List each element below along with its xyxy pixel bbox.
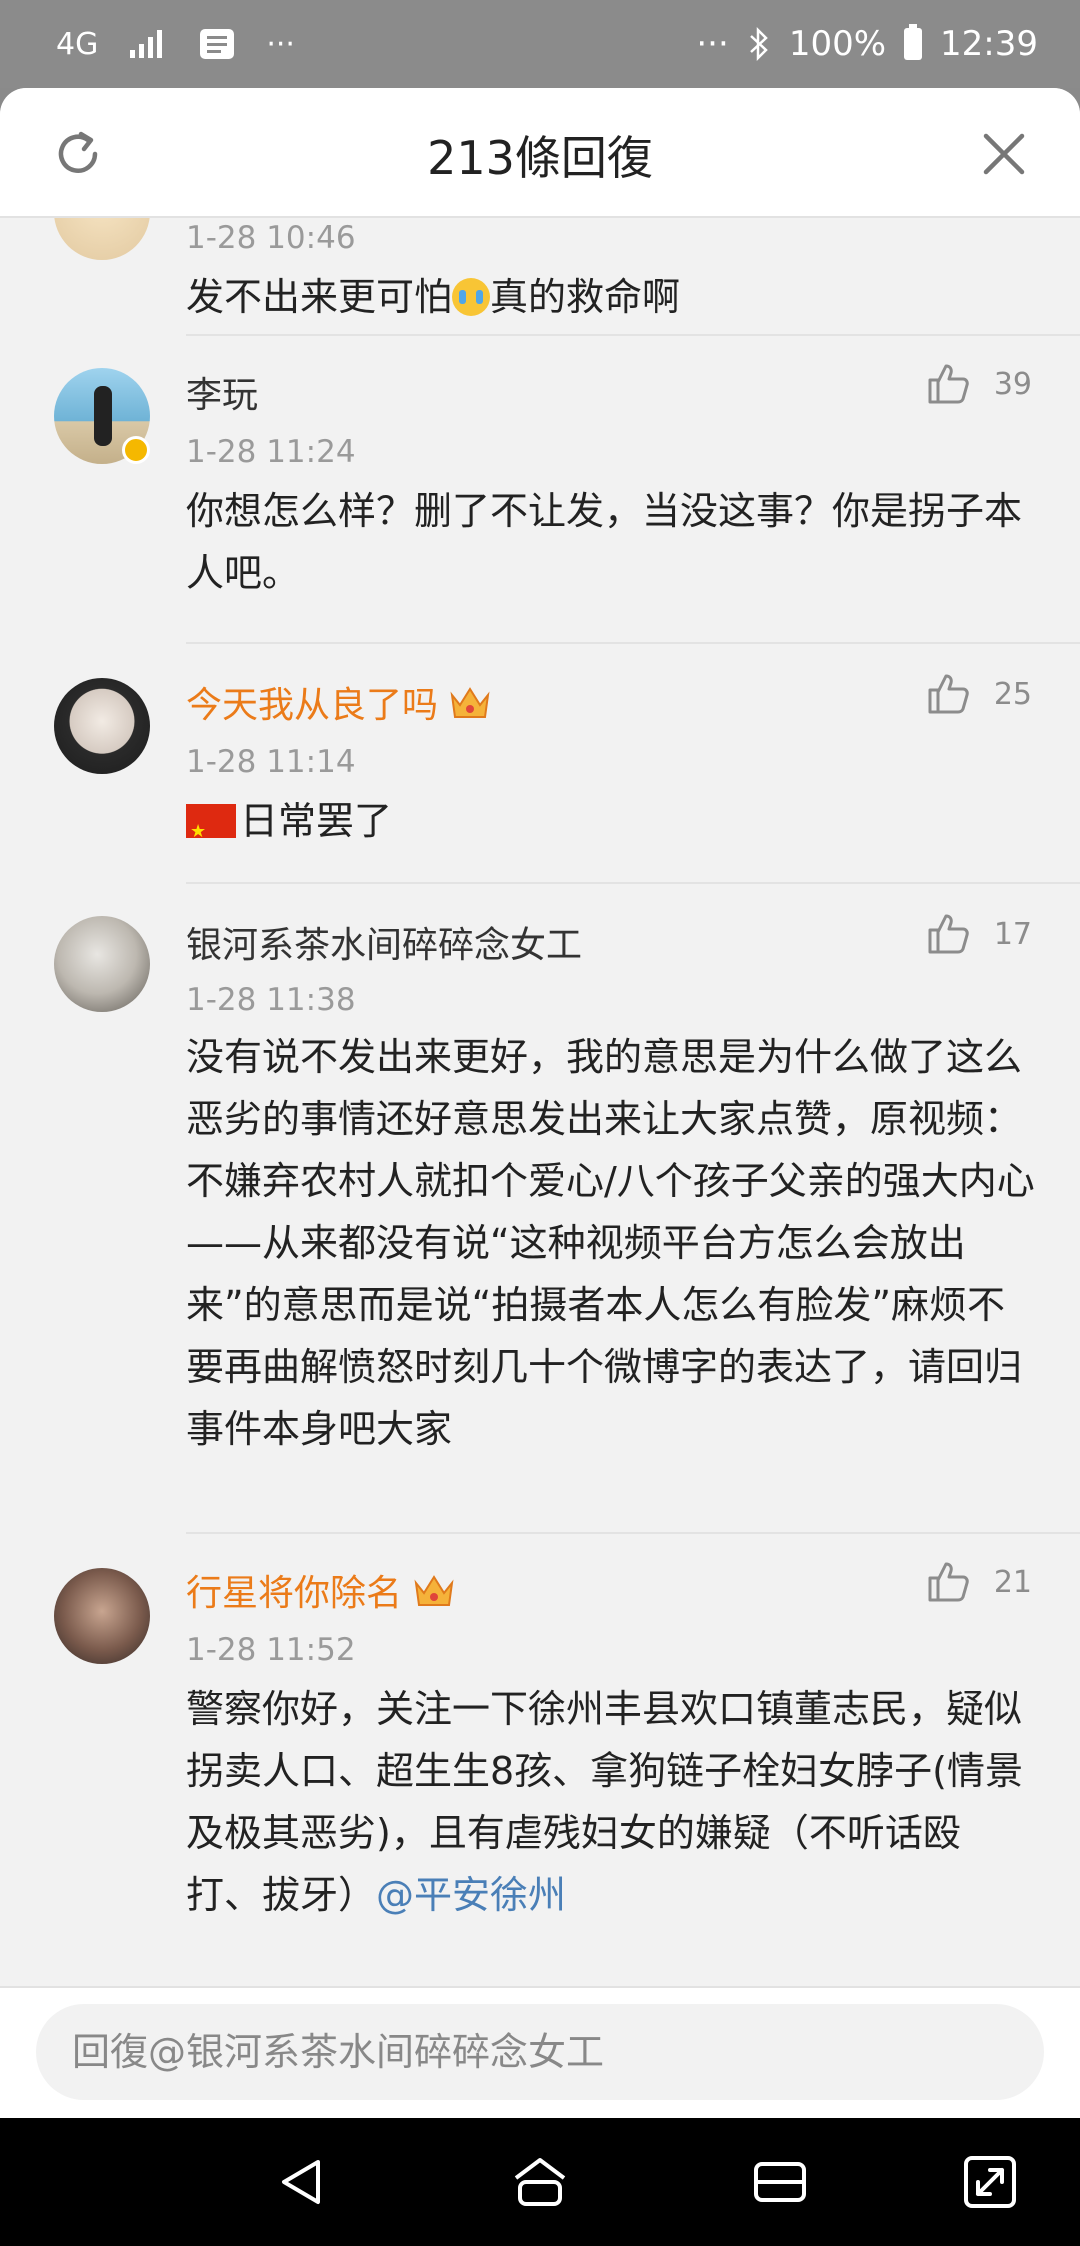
comment-time: 1-28 11:38 — [186, 982, 356, 1018]
crown-badge-icon — [450, 687, 490, 718]
signal-icon — [130, 30, 163, 58]
avatar[interactable] — [54, 678, 150, 774]
thumbs-up-icon — [928, 364, 969, 404]
like-count: 39 — [993, 366, 1032, 402]
like-count: 25 — [993, 676, 1032, 712]
comment-time: 1-28 11:14 — [186, 744, 356, 780]
more-left: ··· — [266, 26, 295, 62]
home-icon[interactable] — [510, 2152, 570, 2212]
replies-sheet: 213條回復 1-28 10:46 发不出来更可怕 真的救命啊 李玩 39 1-… — [0, 88, 1080, 2118]
expand-icon[interactable] — [960, 2152, 1020, 2212]
more-right: ··· — [696, 24, 729, 64]
divider — [186, 882, 1080, 884]
comment-list: 1-28 10:46 发不出来更可怕 真的救命啊 李玩 39 1-28 11:24… — [0, 218, 1080, 1986]
navigation-bar — [0, 2118, 1080, 2246]
avatar[interactable] — [54, 218, 150, 260]
comment-item: 行星将你除名 21 1-28 11:52 警察你好，关注一下徐州丰县欢口镇董志民… — [0, 1534, 1080, 1986]
avatar[interactable] — [54, 916, 150, 1012]
avatar[interactable] — [54, 1568, 150, 1664]
china-flag-icon — [186, 801, 236, 863]
reply-input[interactable]: 回復@银河系茶水间碎碎念女工 — [36, 2004, 1044, 2100]
battery-icon — [904, 24, 923, 60]
comment-time: 1-28 11:24 — [186, 434, 356, 470]
comment-author[interactable]: 李玩 — [186, 366, 258, 418]
comment-time: 1-28 11:52 — [186, 1632, 356, 1668]
sheet-header: 213條回復 — [0, 88, 1080, 218]
comment-author[interactable]: 今天我从良了吗 — [186, 676, 492, 728]
comment-text: 警察你好，关注一下徐州丰县欢口镇董志民，疑似拐卖人口、超生生8孩、拿狗链子栓妇女… — [186, 1687, 1024, 1917]
like-button[interactable]: 17 — [924, 910, 1032, 958]
network-indicator: 4G — [56, 26, 99, 62]
verified-badge-icon — [122, 436, 150, 464]
recent-apps-icon[interactable] — [750, 2152, 810, 2212]
crown-badge-icon — [414, 1575, 454, 1606]
comment-text: 发不出来更可怕 真的救命啊 — [186, 275, 681, 319]
comment-text: 日常罢了 — [186, 790, 1036, 863]
comment-author[interactable]: 行星将你除名 — [186, 1564, 456, 1616]
crying-emoji-icon — [452, 278, 491, 316]
comment-text: 你想怎么样？删了不让发，当没这事？你是拐子本人吧。 — [186, 489, 1023, 595]
close-icon[interactable] — [978, 128, 1030, 180]
comment-author[interactable]: 银河系茶水间碎碎念女工 — [186, 916, 582, 968]
reply-bar: 回復@银河系茶水间碎碎念女工 — [0, 1986, 1080, 2118]
divider — [186, 642, 1080, 644]
thumbs-up-icon — [928, 674, 969, 714]
bluetooth-icon — [749, 26, 768, 62]
clock: 12:39 — [940, 24, 1038, 64]
mention-link[interactable]: @平安徐州 — [376, 1873, 566, 1917]
like-button[interactable]: 25 — [924, 670, 1032, 718]
message-icon — [200, 29, 235, 59]
comment-item: 李玩 39 1-28 11:24 你想怎么样？删了不让发，当没这事？你是拐子本人… — [0, 336, 1080, 646]
sheet-title: 213條回復 — [427, 131, 653, 185]
like-count: 17 — [993, 916, 1032, 952]
like-button[interactable]: 21 — [924, 1558, 1032, 1606]
status-bar: 4G ··· ··· 100% 12:39 — [0, 0, 1080, 88]
comment-time: 1-28 10:46 — [186, 220, 356, 256]
comment-text: 没有说不发出来更好，我的意思是为什么做了这么恶劣的事情还好意思发出来让大家点赞，… — [186, 1035, 1035, 1451]
comment-item: 银河系茶水间碎碎念女工 17 1-28 11:38 没有说不发出来更好，我的意思… — [0, 886, 1080, 1534]
back-icon[interactable] — [272, 2152, 332, 2212]
thumbs-up-icon — [928, 1562, 969, 1602]
thumbs-up-icon — [928, 914, 969, 954]
battery-percent: 100% — [788, 24, 887, 64]
comment-item: 1-28 10:46 发不出来更可怕 真的救命啊 — [0, 218, 1080, 336]
comment-item: 今天我从良了吗 25 1-28 11:14 日常罢了 — [0, 646, 1080, 886]
like-button[interactable]: 39 — [924, 360, 1032, 408]
like-count: 21 — [993, 1564, 1032, 1600]
